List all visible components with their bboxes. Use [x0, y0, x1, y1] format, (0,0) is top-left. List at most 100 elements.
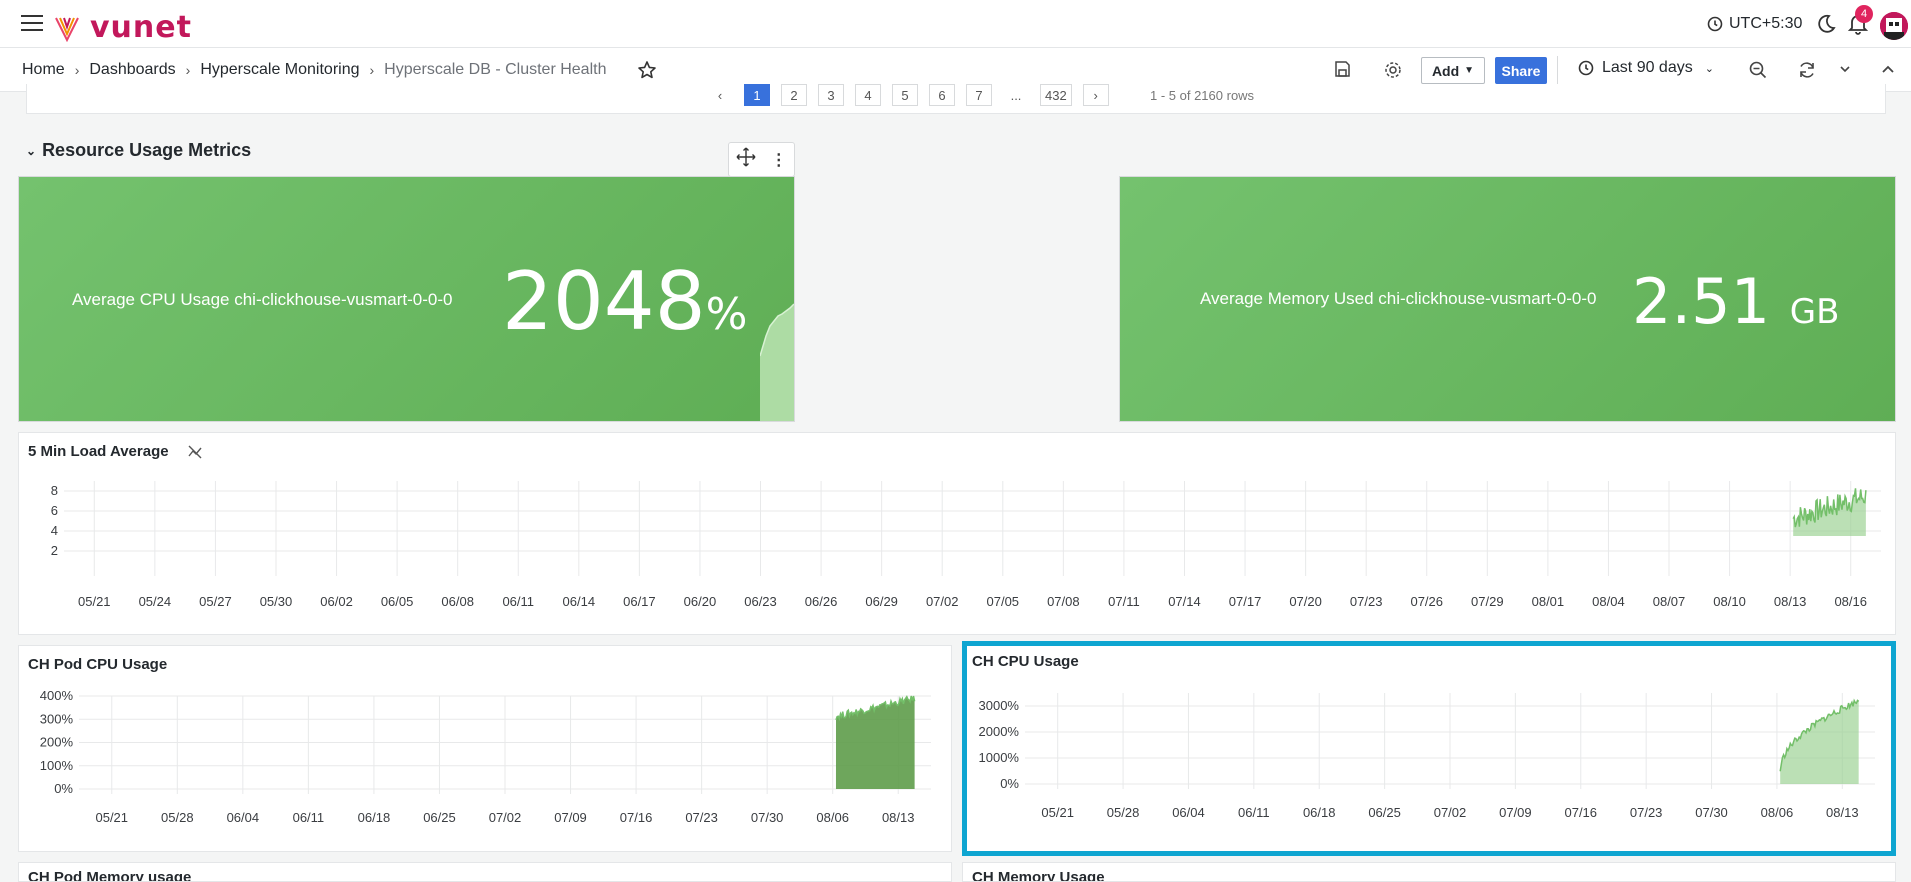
- next-page-button[interactable]: ›: [1082, 84, 1109, 106]
- x-tick-label: 07/23: [1630, 805, 1663, 820]
- page-button[interactable]: 6: [929, 84, 955, 106]
- collapse-chevron-up-icon[interactable]: [1881, 62, 1895, 80]
- x-tick-label: 07/26: [1410, 594, 1443, 609]
- add-button-label: Add: [1431, 62, 1460, 79]
- toolbar-divider: [1557, 56, 1558, 85]
- x-tick-label: 07/30: [1695, 805, 1728, 820]
- panel-load-average[interactable]: 5 Min Load Average 05/21 05/24 05/27 05/30 0…: [18, 432, 1896, 635]
- row-header[interactable]: ⌄ Resource Usage Metrics: [26, 140, 251, 161]
- x-tick-label: 08/13: [1774, 594, 1807, 609]
- move-panel-icon[interactable]: [736, 147, 756, 172]
- breadcrumb-folder[interactable]: Hyperscale Monitoring: [200, 61, 359, 79]
- load-average-chart: 05/21 05/24 05/27 05/30 06/02 06/05 06/08 06/11…: [51, 481, 1881, 609]
- x-tick-label: 05/24: [139, 594, 172, 609]
- x-tick-label: 06/02: [320, 594, 353, 609]
- chevron-right-icon: ›: [74, 62, 80, 78]
- panel-ch-memory[interactable]: CH Memory Usage: [962, 862, 1896, 882]
- panel-title: 5 Min Load Average: [28, 443, 203, 460]
- x-tick-label: 07/14: [1168, 594, 1201, 609]
- page-button[interactable]: 7: [966, 84, 992, 106]
- x-tick-label: 07/08: [1047, 594, 1080, 609]
- x-tick-label: 07/02: [926, 594, 959, 609]
- x-tick-label: 07/11: [1108, 594, 1140, 609]
- user-avatar[interactable]: [1880, 12, 1908, 40]
- stat-panel-cpu[interactable]: Average CPU Usage chi-clickhouse-vusmart…: [18, 176, 795, 422]
- page-button[interactable]: 432: [1040, 84, 1072, 106]
- breadcrumb-home[interactable]: Home: [22, 61, 65, 79]
- panel-ch-cpu[interactable]: CH CPU Usage 05/21 05/28 06/04 06/11 06/18 06…: [962, 641, 1896, 856]
- x-tick-label: 06/25: [1368, 805, 1401, 820]
- x-tick-label: 07/23: [1350, 594, 1383, 609]
- breadcrumb-dashboards[interactable]: Dashboards: [89, 61, 175, 79]
- clock-icon: [1578, 60, 1594, 76]
- series-area: [1780, 700, 1859, 784]
- stat-panel-memory[interactable]: Average Memory Used chi-clickhouse-vusma…: [1119, 176, 1896, 422]
- x-tick-label: 06/14: [563, 594, 596, 609]
- x-tick-label: 06/04: [227, 810, 260, 825]
- favorite-star-icon[interactable]: [637, 60, 657, 85]
- share-button[interactable]: Share: [1495, 57, 1547, 84]
- x-tick-label: 08/07: [1653, 594, 1686, 609]
- x-tick-label: 06/11: [293, 810, 325, 825]
- menu-icon[interactable]: [21, 15, 43, 33]
- vunet-logo-icon: [55, 17, 79, 42]
- y-tick-label: 6: [51, 503, 58, 518]
- no-data-link-icon[interactable]: [187, 444, 203, 460]
- theme-toggle-moon-icon[interactable]: [1815, 13, 1837, 35]
- x-tick-label: 07/16: [620, 810, 653, 825]
- pager: ‹ 1 2 3 4 5 6 7... 432 ›: [707, 84, 1109, 106]
- x-tick-label: 05/27: [199, 594, 232, 609]
- panel-title-text: 5 Min Load Average: [28, 443, 169, 460]
- page-ellipsis: ...: [1003, 84, 1029, 106]
- x-tick-label: 07/09: [1499, 805, 1532, 820]
- time-range-picker[interactable]: Last 90 days ⌄: [1578, 59, 1714, 77]
- save-dashboard-icon[interactable]: [1333, 60, 1351, 83]
- y-tick-label: 4: [51, 523, 58, 538]
- panel-menu-kebab-icon[interactable]: ⋮: [771, 150, 787, 170]
- time-range-label: Last 90 days: [1602, 59, 1693, 76]
- x-tick-label: 07/02: [1434, 805, 1467, 820]
- panel-ch-pod-memory[interactable]: CH Pod Memory usage: [18, 862, 952, 882]
- stat-unit: %: [705, 289, 748, 340]
- x-tick-label: 06/18: [1303, 805, 1336, 820]
- x-tick-label: 06/17: [623, 594, 656, 609]
- y-tick-label: 300%: [40, 711, 74, 726]
- x-tick-label: 08/06: [1761, 805, 1794, 820]
- y-tick-label: 2000%: [979, 724, 1020, 739]
- timezone-label: UTC+5:30: [1729, 15, 1803, 32]
- zoom-out-icon[interactable]: [1748, 60, 1768, 85]
- refresh-interval-chevron-icon[interactable]: [1839, 62, 1851, 80]
- x-tick-label: 06/20: [684, 594, 717, 609]
- table-pagination: ‹ 1 2 3 4 5 6 7... 432 › 1 - 5 of 2160 rows: [26, 84, 1886, 114]
- stat-number: 2.51: [1632, 265, 1771, 338]
- x-tick-label: 07/29: [1471, 594, 1504, 609]
- page-button[interactable]: 2: [781, 84, 807, 106]
- rows-info: 1 - 5 of 2160 rows: [1150, 88, 1255, 103]
- x-tick-label: 06/11: [502, 594, 534, 609]
- top-bar: vunet UTC+5:30 4: [0, 0, 1911, 48]
- x-tick-label: 05/21: [78, 594, 111, 609]
- settings-gear-icon[interactable]: [1383, 60, 1403, 85]
- logo[interactable]: vunet: [54, 10, 192, 45]
- x-tick-label: 07/17: [1229, 594, 1262, 609]
- x-tick-label: 05/28: [161, 810, 194, 825]
- page-button[interactable]: 4: [855, 84, 881, 106]
- page-button[interactable]: 5: [892, 84, 918, 106]
- page-button[interactable]: 3: [818, 84, 844, 106]
- chevron-right-icon: ›: [369, 62, 375, 78]
- panel-ch-pod-cpu[interactable]: CH Pod CPU Usage 05/21 05/28 06/04 06/11 06/…: [18, 645, 952, 852]
- add-button[interactable]: Add ▼: [1421, 57, 1485, 84]
- chevron-down-icon: ⌄: [1704, 62, 1714, 75]
- x-tick-label: 07/09: [554, 810, 587, 825]
- x-tick-label: 06/18: [358, 810, 391, 825]
- page-button[interactable]: 1: [744, 84, 770, 106]
- notification-count-badge: 4: [1855, 5, 1873, 23]
- timezone-display[interactable]: UTC+5:30: [1707, 15, 1802, 33]
- y-tick-label: 2: [51, 543, 58, 558]
- y-tick-label: 3000%: [979, 698, 1020, 713]
- refresh-icon[interactable]: [1797, 60, 1817, 85]
- x-tick-label: 05/21: [95, 810, 128, 825]
- breadcrumb-current: Hyperscale DB - Cluster Health: [384, 61, 607, 78]
- prev-page-button[interactable]: ‹: [707, 84, 733, 106]
- x-tick-label: 06/23: [744, 594, 777, 609]
